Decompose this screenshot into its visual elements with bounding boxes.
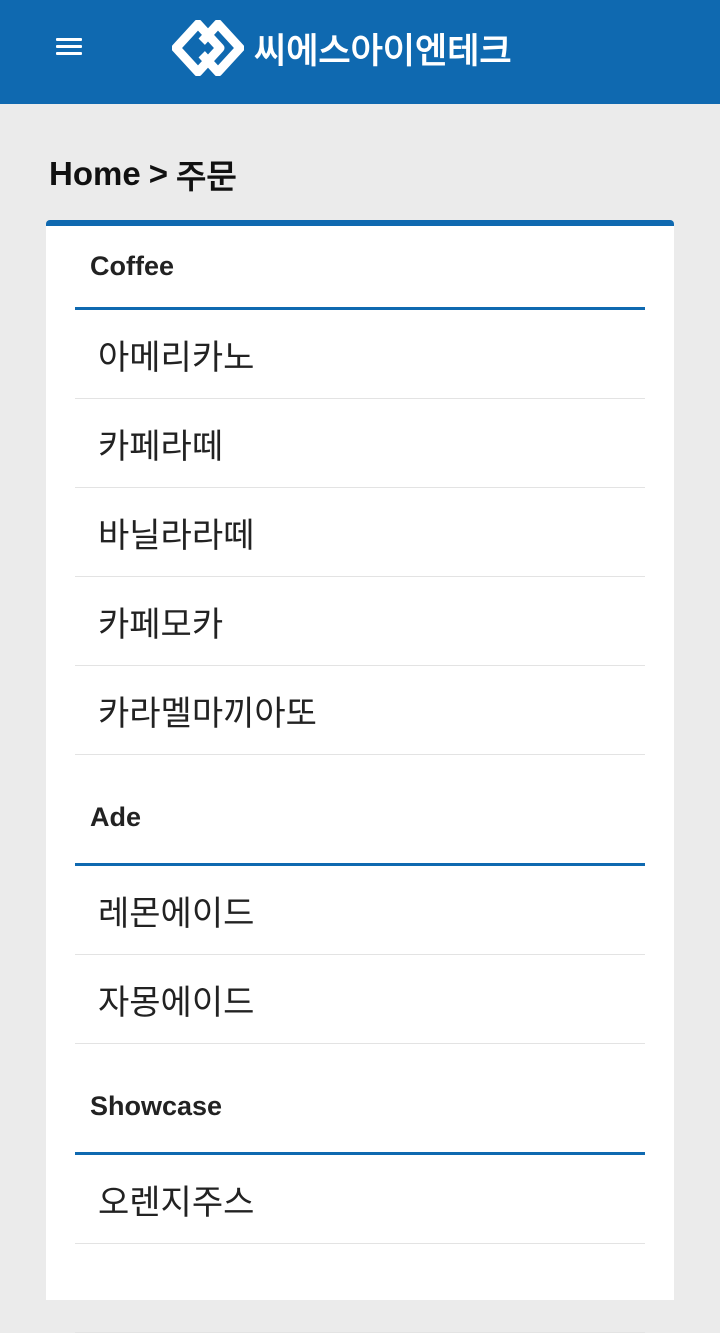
menu-item[interactable]: 바닐라라떼 xyxy=(75,488,645,577)
brand-logo[interactable]: 씨에스아이엔테크 xyxy=(172,20,512,76)
menu-item[interactable]: 레몬에이드 xyxy=(75,866,645,955)
menu-section-showcase: Showcase 오렌지주스 xyxy=(46,1044,674,1333)
menu-section-ade: Ade 레몬에이드 자몽에이드 xyxy=(46,755,674,1044)
menu-item[interactable]: 카페라떼 xyxy=(75,399,645,488)
section-title: Showcase xyxy=(75,1044,645,1155)
menu-item[interactable]: 오렌지주스 xyxy=(75,1155,645,1244)
breadcrumb-current: 주문 xyxy=(175,158,237,195)
brand-name: 씨에스아이엔테크 xyxy=(254,31,512,72)
hamburger-menu-icon[interactable] xyxy=(56,36,82,58)
menu-item[interactable]: 카라멜마끼아또 xyxy=(75,666,645,755)
app-header: 씨에스아이엔테크 xyxy=(0,0,720,104)
section-title: Ade xyxy=(75,755,645,866)
breadcrumb-home[interactable]: Home xyxy=(49,155,141,193)
menu-item[interactable]: 아메리카노 xyxy=(75,310,645,399)
menu-item[interactable]: 카페모카 xyxy=(75,577,645,666)
linked-diamonds-logo xyxy=(172,20,244,76)
menu-section-coffee: Coffee 아메리카노 카페라떼 바닐라라떼 카페모카 카라멜마끼아또 xyxy=(46,226,674,755)
breadcrumb-separator: > xyxy=(148,155,168,192)
menu-item[interactable]: 자몽에이드 xyxy=(75,955,645,1044)
breadcrumb: Home > 주문 xyxy=(49,150,237,198)
menu-item[interactable] xyxy=(75,1244,645,1333)
menu-panel: Coffee 아메리카노 카페라떼 바닐라라떼 카페모카 카라멜마끼아또 Ade… xyxy=(46,220,674,1333)
section-title: Coffee xyxy=(75,226,645,310)
